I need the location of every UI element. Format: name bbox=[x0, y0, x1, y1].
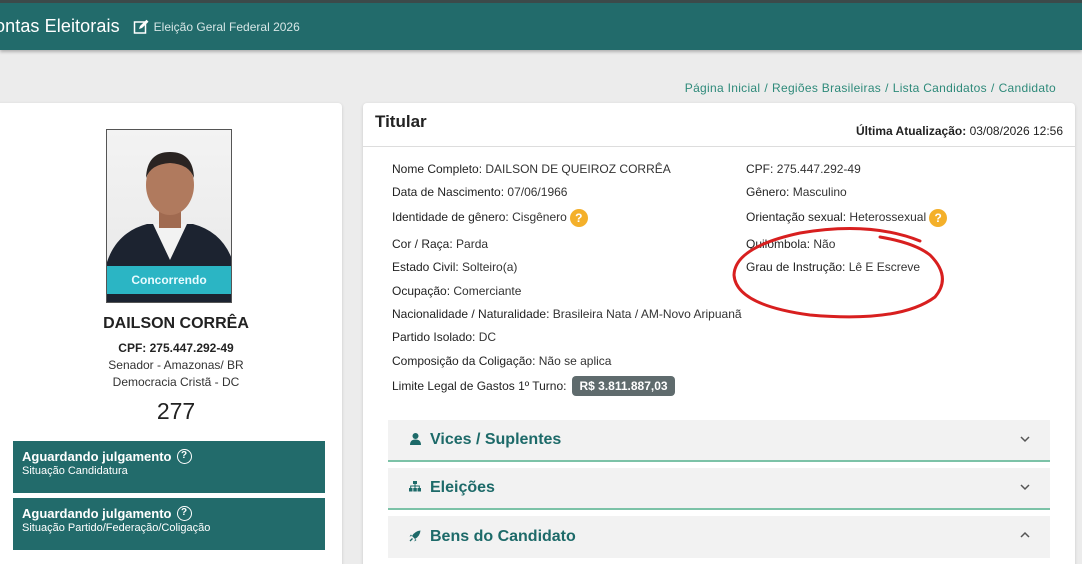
accordion-vices[interactable]: Vices / Suplentes bbox=[388, 420, 1050, 462]
breadcrumb-regions[interactable]: Regiões Brasileiras bbox=[772, 81, 881, 95]
field-occupation: Ocupação: Comerciante bbox=[392, 284, 522, 298]
field-marital-status: Estado Civil: Solteiro(a) bbox=[392, 260, 518, 274]
candidate-card: Concorrendo DAILSON CORRÊA CPF: 275.447.… bbox=[0, 103, 342, 564]
titular-card: Titular Última Atualização: 03/08/2026 1… bbox=[363, 103, 1075, 564]
field-gender: Gênero: Masculino bbox=[746, 185, 847, 199]
candidate-party: Democracia Cristã - DC bbox=[112, 375, 240, 389]
accordion-assets-label: Bens do Candidato bbox=[430, 528, 576, 545]
help-circle-icon[interactable]: ? bbox=[176, 506, 192, 521]
breadcrumb: Página Inicial / Regiões Brasileiras / Lista… bbox=[684, 81, 1056, 95]
accordion-elections-label: Eleições bbox=[430, 479, 495, 496]
candidacy-status-ribbon: Concorrendo bbox=[107, 266, 231, 294]
accordion-elections[interactable]: Eleições bbox=[388, 468, 1050, 510]
spending-limit-badge: R$ 3.811.887,03 bbox=[572, 376, 675, 396]
titular-header: Titular Última Atualização: 03/08/2026 1… bbox=[363, 103, 1075, 147]
last-update: Última Atualização: 03/08/2026 12:56 bbox=[855, 124, 1063, 138]
candidacy-status-sub: Situação Candidatura bbox=[22, 465, 128, 477]
field-spending-limit: Limite Legal de Gastos 1º Turno: R$ 3.811… bbox=[392, 376, 675, 396]
titular-heading: Titular bbox=[375, 112, 427, 131]
party-status-sub: Situação Partido/Federação/Coligação bbox=[22, 522, 211, 534]
field-coalition: Composição da Coligação: Não se aplica bbox=[392, 354, 612, 368]
candidate-photo: Concorrendo bbox=[106, 129, 232, 303]
election-subtitle: Eleição Geral Federal 2026 bbox=[153, 19, 300, 34]
user-icon bbox=[408, 432, 422, 448]
edit-icon[interactable] bbox=[133, 19, 149, 35]
field-cpf: CPF: 275.447.292-49 bbox=[746, 162, 861, 176]
chevron-down-icon[interactable] bbox=[1020, 480, 1030, 494]
candidacy-status-title: Aguardando julgamento bbox=[22, 449, 172, 464]
help-circle-icon[interactable]: ? bbox=[176, 449, 192, 464]
field-gender-identity: Identidade de gênero: Cisgênero? bbox=[392, 209, 588, 227]
sitemap-icon bbox=[408, 481, 422, 495]
field-race: Cor / Raça: Parda bbox=[392, 237, 489, 251]
app-title[interactable]: ontas Eleitorais bbox=[0, 16, 120, 37]
field-nationality: Nacionalidade / Naturalidade: Brasileira… bbox=[392, 307, 742, 321]
chevron-up-icon[interactable] bbox=[1020, 528, 1030, 542]
breadcrumb-current: Candidato bbox=[998, 81, 1056, 95]
top-bar: ontas Eleitorais Eleição Geral Federal 2… bbox=[0, 0, 1082, 50]
candidacy-status-box: Aguardando julgamento? Situação Candidat… bbox=[13, 441, 325, 493]
breadcrumb-home[interactable]: Página Inicial bbox=[685, 81, 761, 95]
chevron-down-icon[interactable] bbox=[1020, 432, 1030, 446]
rocket-icon bbox=[408, 530, 422, 545]
candidate-number: 277 bbox=[156, 398, 196, 424]
candidate-name: DAILSON CORRÊA bbox=[103, 315, 249, 332]
party-status-title: Aguardando julgamento bbox=[22, 506, 172, 521]
annotation-circle bbox=[732, 227, 944, 319]
breadcrumb-candidates-list[interactable]: Lista Candidatos bbox=[893, 81, 987, 95]
party-status-box: Aguardando julgamento? Situação Partido/… bbox=[13, 498, 325, 550]
candidate-cpf: CPF: 275.447.292-49 bbox=[118, 341, 234, 355]
field-birth-date: Data de Nascimento: 07/06/1966 bbox=[392, 185, 568, 199]
accordion-assets[interactable]: Bens do Candidato bbox=[388, 516, 1050, 558]
field-party: Partido Isolado: DC bbox=[392, 330, 497, 344]
field-full-name: Nome Completo: DAILSON DE QUEIROZ CORRÊA bbox=[392, 162, 671, 176]
help-icon[interactable]: ? bbox=[569, 209, 588, 227]
candidate-role: Senador - Amazonas/ BR bbox=[108, 358, 244, 372]
accordion-vices-label: Vices / Suplentes bbox=[430, 431, 562, 448]
